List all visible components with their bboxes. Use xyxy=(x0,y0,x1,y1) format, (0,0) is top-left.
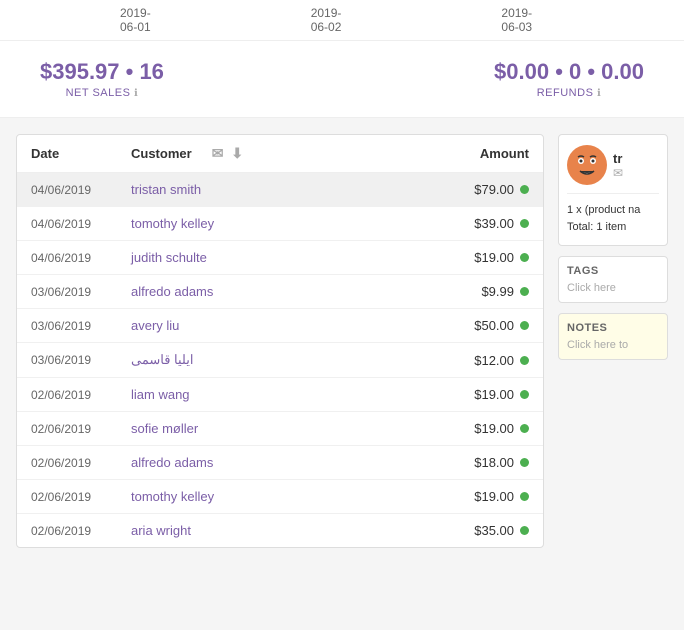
tags-card: TAGS Click here xyxy=(558,256,668,303)
tags-click-here[interactable]: Click here xyxy=(567,282,659,294)
row-customer[interactable]: ایلیا قاسمی xyxy=(131,352,389,368)
row-customer[interactable]: aria wright xyxy=(131,523,389,538)
row-customer[interactable]: judith schulte xyxy=(131,250,389,265)
row-date: 03/06/2019 xyxy=(31,319,131,333)
row-amount: $12.00 xyxy=(449,353,529,368)
row-amount: $19.00 xyxy=(449,387,529,402)
row-customer[interactable]: tomothy kelley xyxy=(131,216,389,231)
customer-card: tr ✉ 1 x (product na Total: 1 item xyxy=(558,134,668,246)
table-row[interactable]: 04/06/2019 judith schulte $19.00 xyxy=(17,241,543,275)
date-label-3: 2019-06-03 xyxy=(501,6,532,34)
customer-name-initial: tr xyxy=(613,151,623,166)
row-date: 02/06/2019 xyxy=(31,422,131,436)
avatar-svg xyxy=(569,147,605,183)
row-customer[interactable]: alfredo adams xyxy=(131,455,389,470)
status-dot xyxy=(520,424,529,433)
table-row[interactable]: 04/06/2019 tristan smith $79.00 xyxy=(17,173,543,207)
col-header-date: Date xyxy=(31,146,131,161)
row-customer[interactable]: liam wang xyxy=(131,387,389,402)
right-panel: tr ✉ 1 x (product na Total: 1 item TAGS … xyxy=(558,134,668,548)
row-customer[interactable]: alfredo adams xyxy=(131,284,389,299)
order-info: 1 x (product na Total: 1 item xyxy=(567,202,659,235)
envelope-icon[interactable]: ✉ xyxy=(212,145,224,162)
row-date: 04/06/2019 xyxy=(31,251,131,265)
row-amount: $19.00 xyxy=(449,250,529,265)
status-dot xyxy=(520,219,529,228)
tags-title: TAGS xyxy=(567,265,659,277)
row-date: 02/06/2019 xyxy=(31,456,131,470)
row-date: 03/06/2019 xyxy=(31,353,131,367)
refunds-label: REFUNDS ℹ xyxy=(494,87,644,99)
col-header-customer: Customer ✉ ⬇ xyxy=(131,145,389,162)
row-customer[interactable]: avery liu xyxy=(131,318,389,333)
net-sales-label: NET SALES ℹ xyxy=(40,87,164,99)
status-dot xyxy=(520,185,529,194)
customer-email-icon[interactable]: ✉ xyxy=(613,166,623,180)
customer-name-area: tr ✉ xyxy=(613,151,623,180)
status-dot xyxy=(520,321,529,330)
order-line: 1 x (product na xyxy=(567,202,659,219)
row-date: 02/06/2019 xyxy=(31,490,131,504)
stats-row: $395.97 • 16 NET SALES ℹ $0.00 • 0 • 0.0… xyxy=(0,41,684,118)
refunds-block: $0.00 • 0 • 0.00 REFUNDS ℹ xyxy=(494,59,644,99)
row-amount: $9.99 xyxy=(449,284,529,299)
notes-click-here[interactable]: Click here to xyxy=(567,339,659,351)
notes-title: NOTES xyxy=(567,322,659,334)
row-date: 04/06/2019 xyxy=(31,183,131,197)
row-customer[interactable]: tristan smith xyxy=(131,182,389,197)
status-dot xyxy=(520,526,529,535)
status-dot xyxy=(520,356,529,365)
table-row[interactable]: 02/06/2019 aria wright $35.00 xyxy=(17,514,543,547)
col-header-amount: Amount xyxy=(449,146,529,161)
row-amount: $19.00 xyxy=(449,421,529,436)
row-date: 02/06/2019 xyxy=(31,388,131,402)
date-label-1: 2019-06-01 xyxy=(120,6,151,34)
table-row[interactable]: 04/06/2019 tomothy kelley $39.00 xyxy=(17,207,543,241)
date-bar: 2019-06-01 2019-06-02 2019-06-03 2019-..… xyxy=(0,0,684,41)
table-action-icons: ✉ ⬇ xyxy=(212,145,243,162)
table-row[interactable]: 03/06/2019 ایلیا قاسمی $12.00 xyxy=(17,343,543,378)
status-dot xyxy=(520,253,529,262)
table-row[interactable]: 03/06/2019 avery liu $50.00 xyxy=(17,309,543,343)
table-row[interactable]: 02/06/2019 alfredo adams $18.00 xyxy=(17,446,543,480)
customer-avatar-row: tr ✉ xyxy=(567,145,659,185)
row-customer[interactable]: sofie møller xyxy=(131,421,389,436)
main-content: Date Customer ✉ ⬇ Amount 04/06/2019 tris… xyxy=(0,118,684,564)
orders-table-panel: Date Customer ✉ ⬇ Amount 04/06/2019 tris… xyxy=(16,134,544,548)
net-sales-info-icon[interactable]: ℹ xyxy=(134,88,138,99)
row-customer[interactable]: tomothy kelley xyxy=(131,489,389,504)
net-sales-block: $395.97 • 16 NET SALES ℹ xyxy=(40,59,164,99)
status-dot xyxy=(520,458,529,467)
status-dot xyxy=(520,390,529,399)
row-amount: $19.00 xyxy=(449,489,529,504)
row-amount: $18.00 xyxy=(449,455,529,470)
table-row[interactable]: 02/06/2019 sofie møller $19.00 xyxy=(17,412,543,446)
table-header: Date Customer ✉ ⬇ Amount xyxy=(17,135,543,173)
net-sales-value: $395.97 • 16 xyxy=(40,59,164,85)
refunds-info-icon[interactable]: ℹ xyxy=(597,88,601,99)
row-amount: $35.00 xyxy=(449,523,529,538)
customer-divider xyxy=(567,193,659,194)
order-total: Total: 1 item xyxy=(567,219,659,236)
table-row[interactable]: 02/06/2019 tomothy kelley $19.00 xyxy=(17,480,543,514)
row-amount: $50.00 xyxy=(449,318,529,333)
export-icon[interactable]: ⬇ xyxy=(231,145,243,162)
notes-card: NOTES Click here to xyxy=(558,313,668,360)
row-date: 03/06/2019 xyxy=(31,285,131,299)
status-dot xyxy=(520,287,529,296)
table-row[interactable]: 03/06/2019 alfredo adams $9.99 xyxy=(17,275,543,309)
row-amount: $79.00 xyxy=(449,182,529,197)
status-dot xyxy=(520,492,529,501)
row-amount: $39.00 xyxy=(449,216,529,231)
date-label-2: 2019-06-02 xyxy=(311,6,342,34)
table-row[interactable]: 02/06/2019 liam wang $19.00 xyxy=(17,378,543,412)
row-date: 04/06/2019 xyxy=(31,217,131,231)
avatar xyxy=(567,145,607,185)
row-date: 02/06/2019 xyxy=(31,524,131,538)
refunds-value: $0.00 • 0 • 0.00 xyxy=(494,59,644,85)
